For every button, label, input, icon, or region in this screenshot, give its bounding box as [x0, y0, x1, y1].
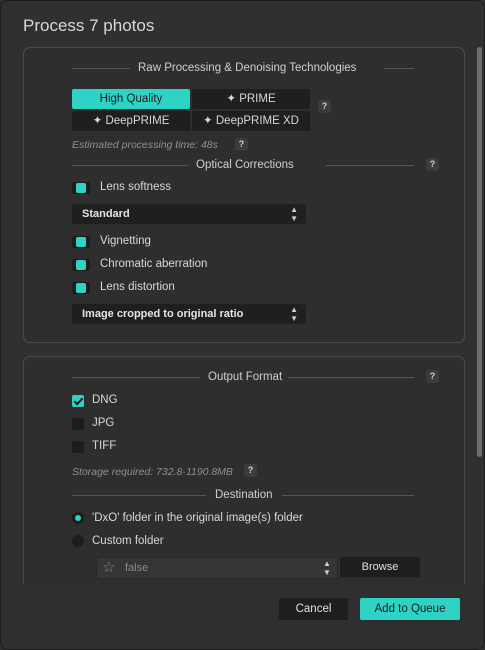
stepper-arrows-icon[interactable]: ▲ ▼	[323, 558, 331, 577]
chromatic-label: Chromatic aberration	[100, 258, 208, 270]
optical-rule-left	[72, 165, 188, 166]
process-photos-dialog: Process 7 photos Raw Processing & Denois…	[0, 0, 485, 650]
sparkle-icon: ✦	[203, 115, 216, 127]
add-to-queue-button[interactable]: Add to Queue	[360, 598, 460, 620]
star-icon[interactable]: ☆	[102, 558, 115, 578]
sparkle-icon: ✦	[92, 115, 106, 127]
output-help-icon[interactable]: ?	[426, 370, 439, 383]
jpg-label: JPG	[92, 417, 115, 429]
raw-section-title: Raw Processing & Denoising Technologies	[138, 62, 357, 74]
storage-help-icon[interactable]: ?	[244, 464, 257, 477]
custom-folder-path-value: false	[125, 562, 149, 574]
dialog-footer: Cancel Add to Queue	[1, 585, 484, 649]
optical-rule-right	[326, 165, 414, 166]
option-deepprime-label: DeepPRIME	[105, 115, 170, 127]
output-rule-right	[288, 377, 414, 378]
scrollbar[interactable]	[475, 45, 484, 585]
softness-select-value: Standard	[82, 208, 130, 220]
output-section-title: Output Format	[208, 371, 283, 383]
browse-button[interactable]: Browse	[340, 557, 420, 577]
dialog-title: Process 7 photos	[23, 16, 155, 35]
cancel-button[interactable]: Cancel	[279, 598, 348, 620]
stepper-arrows-icon: ▲ ▼	[290, 305, 298, 323]
dng-label: DNG	[92, 394, 118, 406]
dxo-folder-radio[interactable]	[72, 512, 84, 524]
output-rule-left	[72, 377, 200, 378]
option-high-quality-label: High Quality	[99, 93, 163, 105]
distortion-label: Lens distortion	[100, 281, 175, 293]
destination-rule-left	[72, 495, 206, 496]
option-prime[interactable]: ✦ PRIME	[192, 89, 310, 109]
jpg-checkbox[interactable]	[72, 418, 84, 430]
dxo-folder-label: 'DxO' folder in the original image(s) fo…	[92, 512, 303, 524]
option-deepprime-xd-label: DeepPRIME XD	[215, 115, 299, 127]
optical-section-title: Optical Corrections	[196, 159, 294, 171]
distortion-select[interactable]: Image cropped to original ratio ▲ ▼	[72, 304, 306, 324]
destination-rule-right	[282, 495, 414, 496]
stepper-arrows-icon: ▲ ▼	[290, 205, 298, 223]
tiff-label: TIFF	[92, 440, 117, 452]
custom-folder-path-field[interactable]: ☆ false ▲ ▼	[96, 557, 338, 579]
lens-softness-label: Lens softness	[100, 181, 171, 193]
option-prime-label: PRIME	[239, 93, 276, 105]
vignetting-label: Vignetting	[100, 235, 151, 247]
custom-folder-radio[interactable]	[72, 535, 84, 547]
chromatic-toggle[interactable]	[72, 259, 90, 271]
custom-folder-label: Custom folder	[92, 535, 164, 547]
tiff-checkbox[interactable]	[72, 441, 84, 453]
optical-help-icon[interactable]: ?	[426, 158, 439, 171]
sparkle-icon: ✦	[226, 93, 240, 105]
option-deepprime-xd[interactable]: ✦ DeepPRIME XD	[192, 111, 310, 131]
destination-section-title: Destination	[215, 489, 273, 501]
softness-select[interactable]: Standard ▲ ▼	[72, 204, 306, 224]
vignetting-toggle[interactable]	[72, 236, 90, 248]
scrollbar-thumb[interactable]	[477, 47, 482, 457]
estimated-time: Estimated processing time: 48s	[72, 139, 218, 151]
lens-softness-toggle[interactable]	[72, 182, 90, 194]
distortion-select-value: Image cropped to original ratio	[82, 308, 244, 320]
processing-panel: Raw Processing & Denoising Technologies …	[23, 47, 465, 343]
option-deepprime[interactable]: ✦ DeepPRIME	[72, 111, 190, 131]
estimate-help-icon[interactable]: ?	[235, 138, 248, 151]
raw-help-icon[interactable]: ?	[318, 100, 331, 113]
dng-checkbox[interactable]	[72, 395, 84, 407]
option-high-quality[interactable]: High Quality	[72, 89, 190, 109]
storage-required: Storage required: 732.8-1190.8MB	[72, 466, 233, 478]
raw-rule-left	[72, 68, 130, 69]
distortion-toggle[interactable]	[72, 282, 90, 294]
output-panel: Output Format ? DNG JPG TIFF Storage req…	[23, 356, 465, 618]
raw-rule-right	[384, 68, 414, 69]
